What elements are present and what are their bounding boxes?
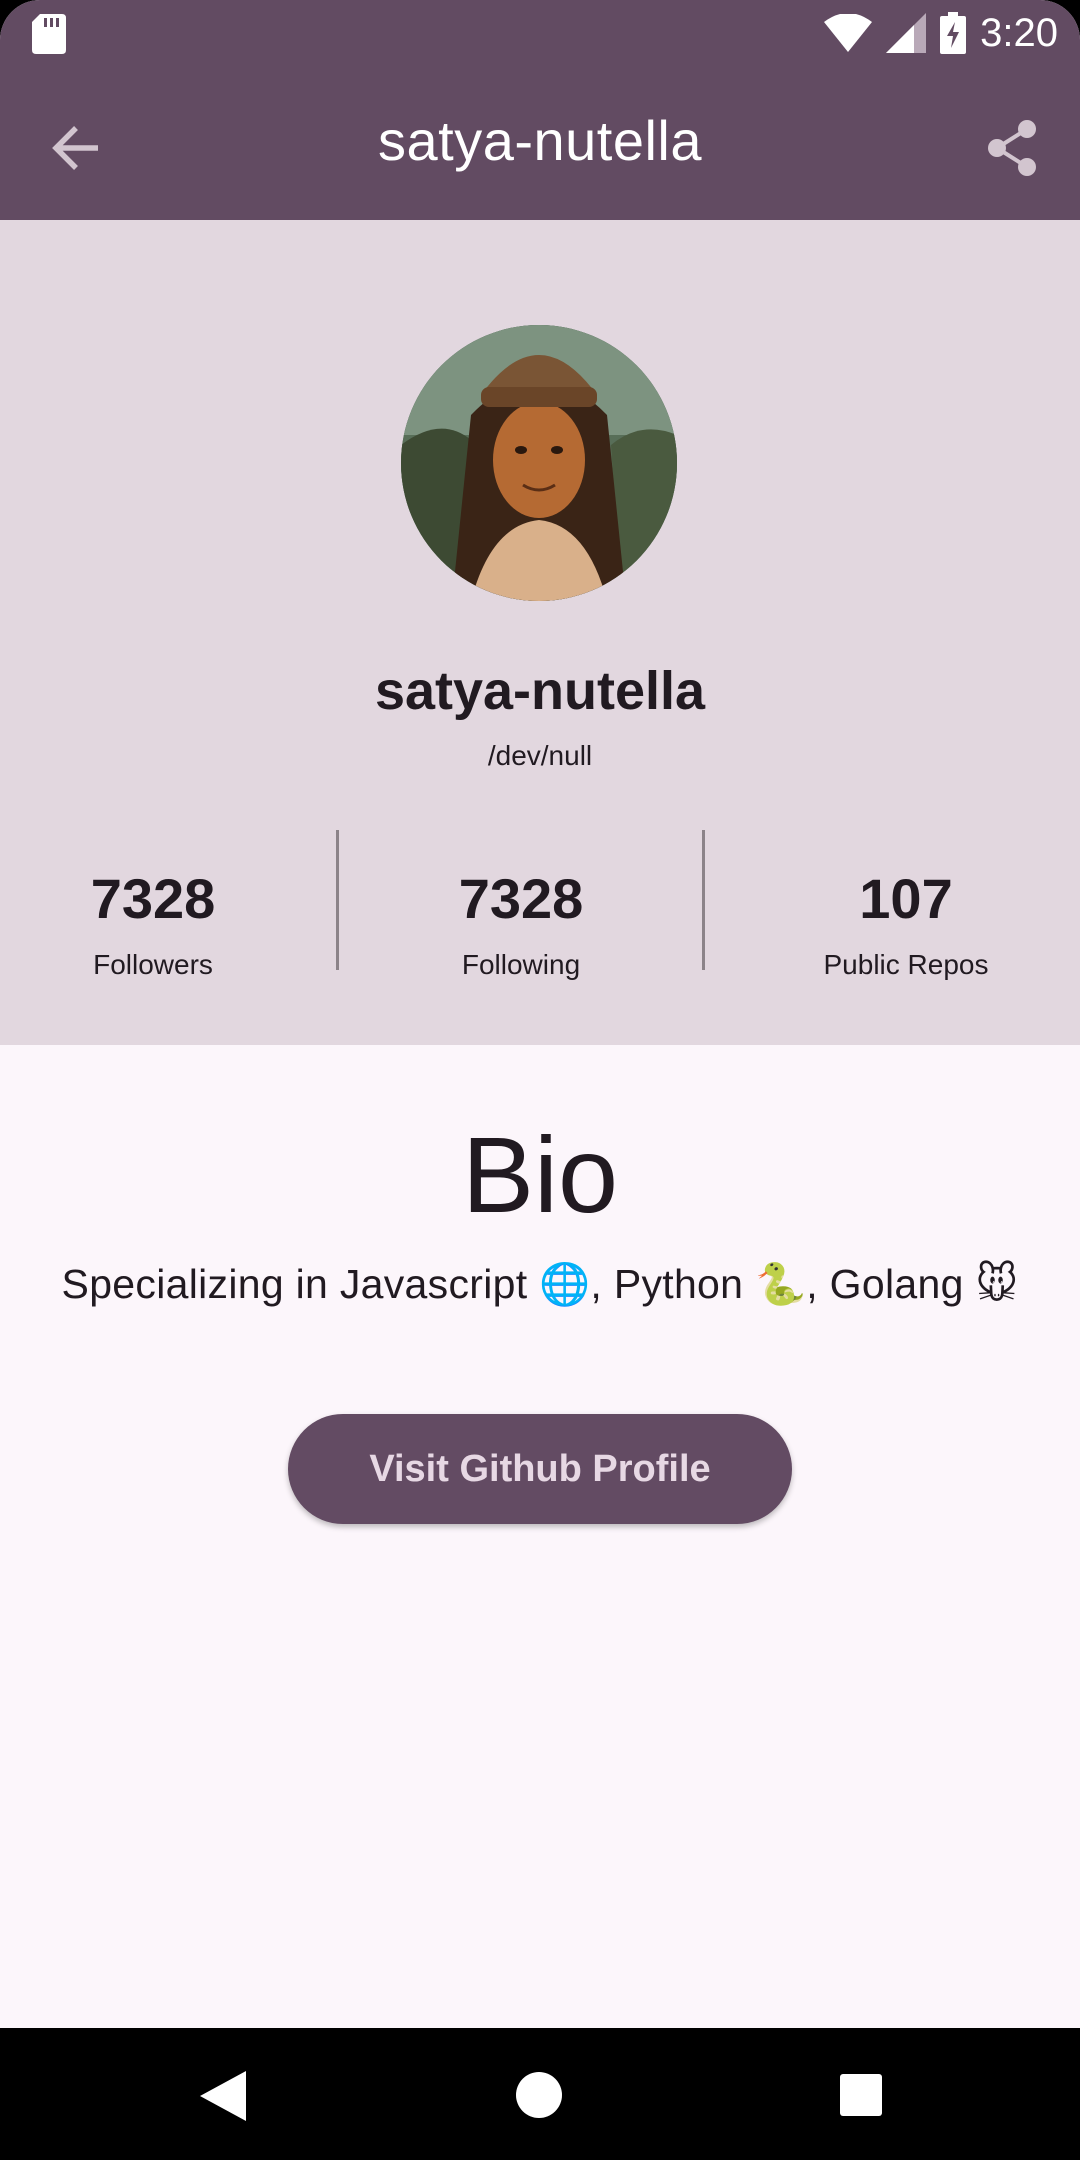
app-bar: satya-nutella [0,66,1080,220]
visit-github-profile-button[interactable]: Visit Github Profile [288,1414,792,1524]
signal-icon [886,13,927,53]
battery-charging-icon [940,12,967,54]
stat-value: 107 [859,867,953,930]
nav-back-icon[interactable] [200,2071,246,2121]
share-button[interactable] [974,110,1050,186]
stat-label: Followers [93,949,213,980]
bio-text: Specializing in Javascript 🌐, Python 🐍, … [61,1261,1019,1307]
profile-company: /dev/null [487,740,593,771]
avatar [401,325,677,601]
profile-screen: 3:20 satya-nutella satya-nutella /dev/nu… [0,0,1080,2160]
system-nav-bar [0,2028,1080,2160]
profile-header: satya-nutella /dev/null 7328 Followers 7… [0,220,1080,1045]
sd-card-icon [32,14,66,54]
profile-username: satya-nutella [374,661,706,721]
stats-divider [702,830,705,970]
stats-divider [336,830,339,970]
wifi-icon [824,14,873,52]
bio-heading: Bio [461,1114,619,1235]
stat-value: 7328 [90,867,216,930]
share-icon [988,120,1036,176]
status-icons: 3:20 [824,10,1058,56]
stat-label: Public Repos [823,949,989,980]
status-time: 3:20 [980,10,1058,55]
stat-value: 7328 [458,867,584,930]
stat-following[interactable]: 7328 Following [340,830,702,981]
stat-followers[interactable]: 7328 Followers [0,830,333,981]
stat-label: Following [461,949,581,980]
nav-home-icon[interactable] [516,2072,562,2118]
stat-public-repos[interactable]: 107 Public Repos [728,830,1080,981]
nav-recents-icon[interactable] [840,2074,882,2116]
stats-row: 7328 Followers 7328 Following 107 Public… [0,830,1080,980]
app-bar-title: satya-nutella [377,109,702,172]
avatar-image [401,325,677,601]
status-bar: 3:20 [0,0,1080,66]
